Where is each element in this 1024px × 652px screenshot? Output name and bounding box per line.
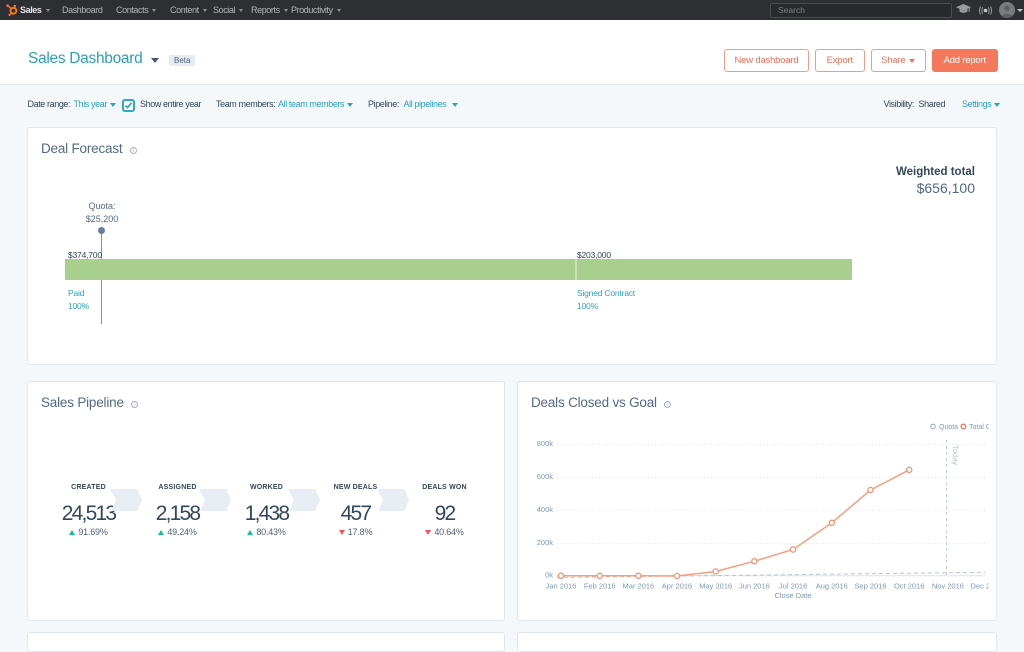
svg-text:200k: 200k xyxy=(537,538,554,547)
svg-text:0k: 0k xyxy=(545,570,553,579)
svg-text:Apr 2016: Apr 2016 xyxy=(662,582,692,591)
svg-text:Quota: Quota xyxy=(939,424,958,431)
svg-text:Nov 2016: Nov 2016 xyxy=(932,582,964,591)
svg-text:Oct 2016: Oct 2016 xyxy=(894,582,924,591)
svg-text:400k: 400k xyxy=(537,505,554,514)
svg-text:600k: 600k xyxy=(537,472,554,481)
svg-text:Sep 2016: Sep 2016 xyxy=(854,582,886,591)
svg-text:Aug 2016: Aug 2016 xyxy=(816,582,848,591)
svg-text:May 2016: May 2016 xyxy=(699,582,732,591)
svg-text:Feb 2016: Feb 2016 xyxy=(584,582,616,591)
svg-text:Dec 2016: Dec 2016 xyxy=(971,582,997,591)
svg-text:Jul 2016: Jul 2016 xyxy=(779,582,807,591)
svg-text:Total Closed Won: Total Closed Won xyxy=(969,424,997,431)
svg-text:Today: Today xyxy=(951,445,960,465)
svg-text:Mar 2016: Mar 2016 xyxy=(623,582,655,591)
svg-text:Jan 2016: Jan 2016 xyxy=(546,582,577,591)
svg-text:Close Date: Close Date xyxy=(774,591,811,600)
svg-text:800k: 800k xyxy=(537,439,554,448)
svg-text:Jun 2016: Jun 2016 xyxy=(739,582,770,591)
